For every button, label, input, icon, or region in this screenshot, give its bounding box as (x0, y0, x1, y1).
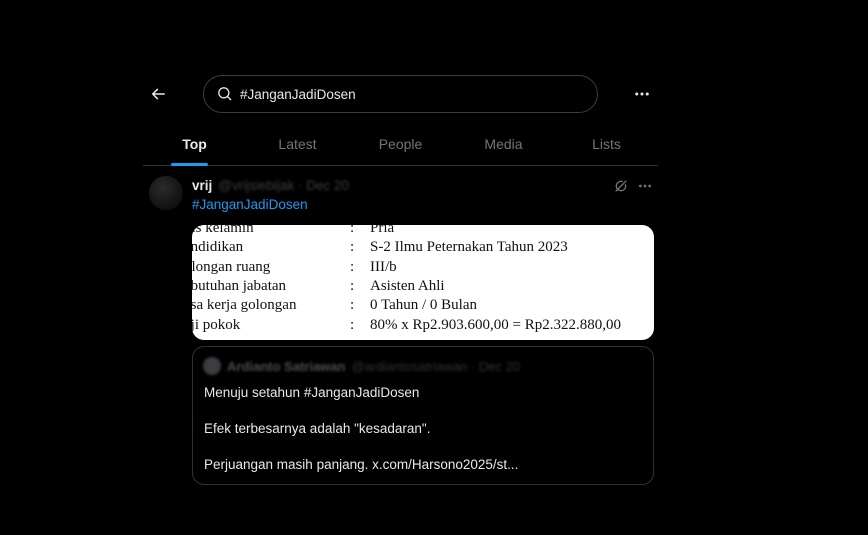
document-colon: : (350, 317, 355, 333)
tab-label: Latest (278, 135, 317, 152)
author-handle[interactable]: @vrijsiebijak · Dec 20 (218, 178, 349, 193)
tweet-more-button[interactable] (636, 178, 654, 194)
tab-label: Lists (592, 135, 621, 152)
document-colon: : (350, 225, 355, 236)
tab-latest[interactable]: Latest (246, 122, 349, 165)
quoted-tweet[interactable]: Ardianto Satriawan @ardiantosatriawan · … (192, 346, 654, 485)
search-tabs: Top Latest People Media Lists (143, 122, 658, 166)
search-input[interactable] (238, 85, 572, 103)
search-icon (217, 86, 233, 102)
document-value: S-2 Ilmu Peternakan Tahun 2023 (370, 239, 568, 255)
more-horizontal-icon (639, 184, 651, 188)
quote-text-line: Menuju setahun #JanganJadiDosen (204, 385, 420, 400)
tab-lists[interactable]: Lists (555, 122, 658, 165)
document-value: III/b (370, 259, 397, 275)
search-bar[interactable] (203, 75, 598, 113)
document-colon: : (350, 297, 355, 313)
document-label: ebutuhan jabatan (192, 278, 287, 294)
document-label: aji pokok (192, 317, 241, 333)
document-value: 0 Tahun / 0 Bulan (370, 297, 477, 313)
document-label: endidikan (192, 239, 244, 255)
grok-icon[interactable] (613, 178, 629, 194)
hashtag-link[interactable]: #JanganJadiDosen (192, 197, 308, 212)
document-colon: : (350, 278, 355, 294)
quote-text-line: Perjuangan masih panjang. x.com/Harsono2… (204, 457, 519, 472)
document-label: nis kelamin (192, 225, 254, 236)
tweet-media-image[interactable]: nis kelamin : Pria endidikan : S-2 Ilmu … (192, 225, 654, 340)
quote-author-name: Ardianto Satriawan (227, 358, 346, 374)
more-options-button[interactable] (630, 82, 654, 106)
quote-text-line: Efek terbesarnya adalah "kesadaran". (204, 421, 431, 436)
arrow-left-icon (151, 88, 165, 100)
quote-header: Ardianto Satriawan @ardiantosatriawan · … (203, 357, 520, 375)
document-value: 80% x Rp2.903.600,00 = Rp2.322.880,00 (370, 317, 621, 333)
avatar[interactable] (149, 176, 183, 210)
document-label: olongan ruang (192, 259, 271, 275)
document-value: Asisten Ahli (370, 278, 445, 294)
tab-label: Top (182, 135, 207, 152)
tweet-header: vrij @vrijsiebijak · Dec 20 (192, 178, 349, 193)
tab-label: People (378, 135, 423, 152)
tab-top[interactable]: Top (143, 122, 246, 166)
tab-media[interactable]: Media (452, 122, 555, 165)
document-colon: : (350, 239, 355, 255)
search-results-page: Top Latest People Media Lists vrij @vrij… (0, 0, 868, 535)
quote-author-handle: @ardiantosatriawan · Dec 20 (351, 358, 521, 374)
tab-label: Media (484, 135, 523, 152)
document-value: Pria (370, 225, 395, 236)
document-colon: : (350, 259, 355, 275)
tab-people[interactable]: People (349, 122, 452, 165)
more-horizontal-icon (635, 92, 649, 96)
back-button[interactable] (144, 80, 172, 108)
avatar (203, 357, 221, 375)
document-label: asa kerja golongan (192, 297, 297, 313)
active-tab-indicator (171, 163, 208, 166)
author-name[interactable]: vrij (192, 178, 212, 193)
